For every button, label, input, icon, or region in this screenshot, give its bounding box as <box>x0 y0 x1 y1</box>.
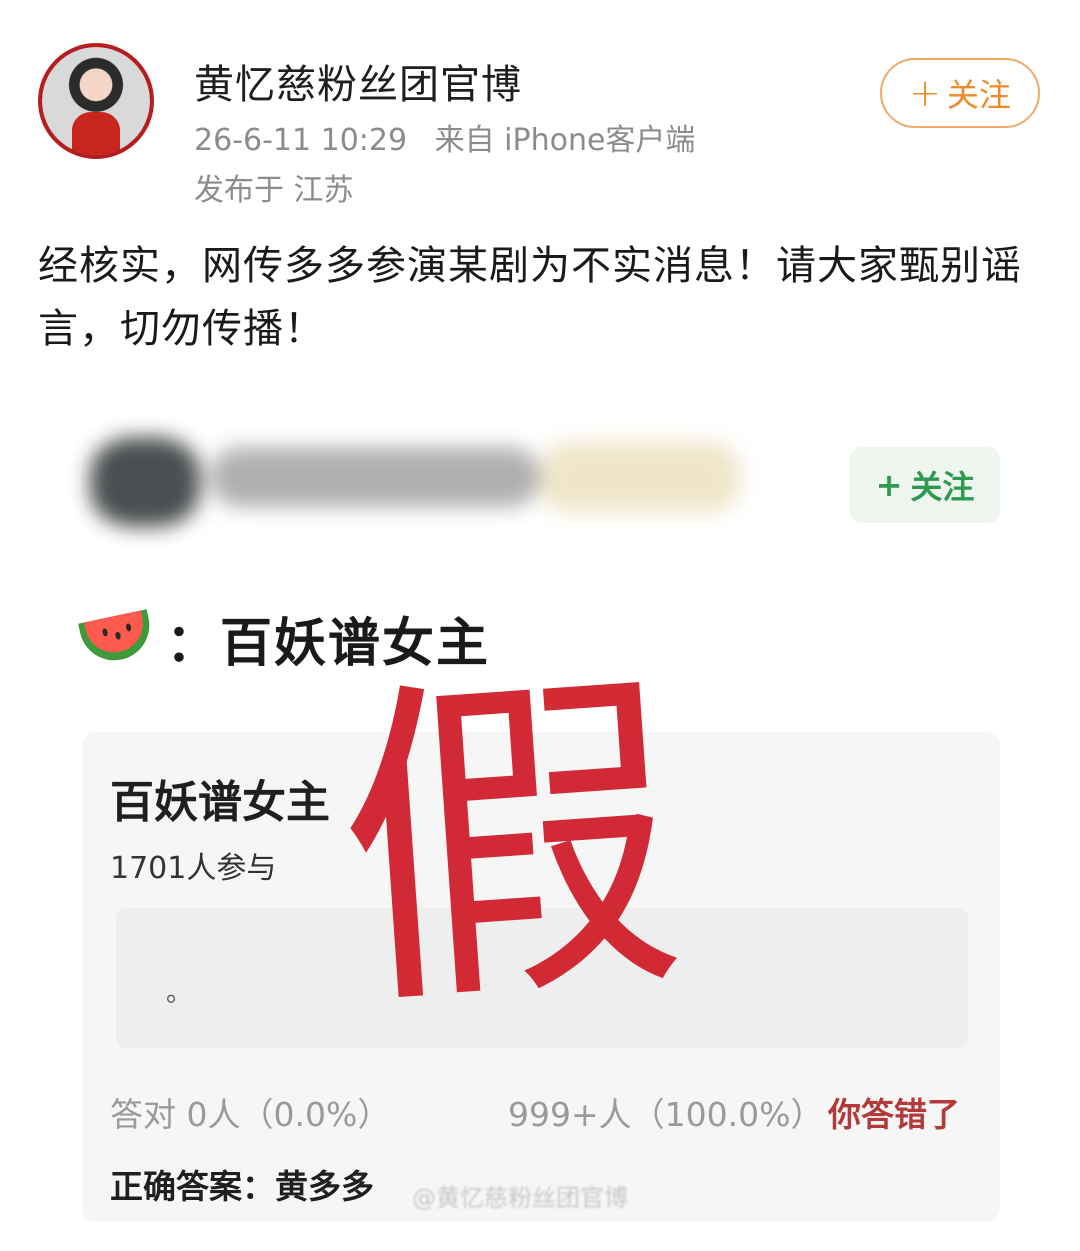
post-text: 经核实，网传多多参演某剧为不实消息！请大家甄别谣言，切勿传播！ <box>38 243 1022 352</box>
embedded-follow-label: 关注 <box>910 468 975 506</box>
wrong-label: 你答错了 <box>828 1095 960 1134</box>
watermark: @黄忆慈粉丝团官博 <box>412 1184 628 1212</box>
plus-icon: + <box>909 71 941 115</box>
follow-button[interactable]: + 关注 <box>880 58 1040 128</box>
post-date: 26-6-11 10:29 <box>194 123 408 158</box>
answer-text: 。 <box>166 978 193 1008</box>
embedded-follow-button: + 关注 <box>850 447 1000 523</box>
wrong-stat: 999+人（100.0%） <box>508 1095 824 1134</box>
quiz-title: 百妖谱女主 <box>110 777 330 828</box>
plus-icon: + <box>875 466 903 504</box>
post-location: 发布于 江苏 <box>194 173 354 208</box>
quiz-participants: 1701人参与 <box>110 851 277 886</box>
watermelon-icon <box>78 609 156 667</box>
author-name[interactable]: 黄忆慈粉丝团官博 <box>194 52 522 110</box>
follow-label: 关注 <box>946 76 1011 114</box>
correct-answer: 正确答案：黄多多 <box>110 1167 374 1206</box>
post-source: 来自 iPhone客户端 <box>434 123 696 158</box>
correct-stat: 答对 0人（0.0%） <box>110 1095 391 1134</box>
author-avatar[interactable] <box>38 43 154 159</box>
blurred-user-banner <box>60 412 760 562</box>
post-meta: 26-6-11 10:29 来自 iPhone客户端 <box>194 115 713 159</box>
fake-stamp: 假 <box>326 635 694 1055</box>
